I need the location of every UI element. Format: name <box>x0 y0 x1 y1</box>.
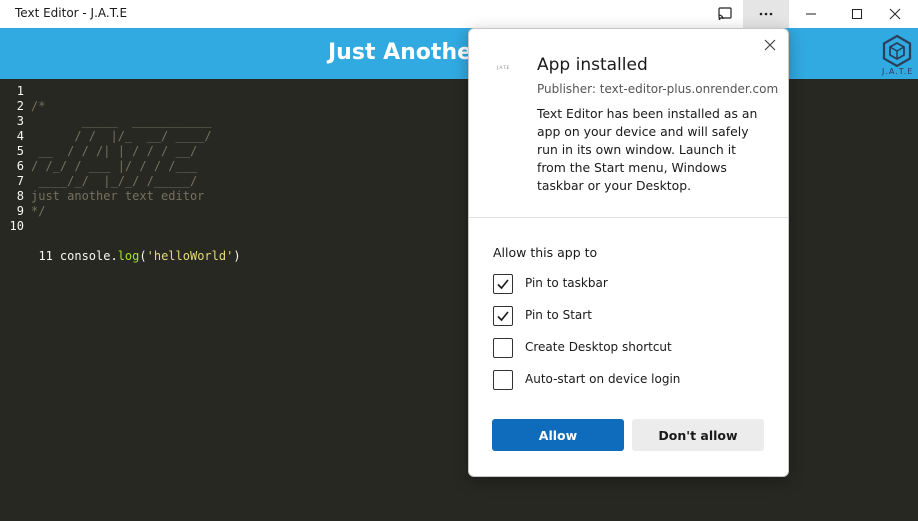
line-number: 6 <box>16 159 24 173</box>
option-label: Auto-start on device login <box>525 372 681 386</box>
dialog-description: Text Editor has been installed as an app… <box>537 106 758 193</box>
cast-icon[interactable] <box>702 0 748 28</box>
window-title: Text Editor - J.A.T.E <box>15 6 128 20</box>
code-line[interactable]: 8 just another text editor <box>0 189 205 204</box>
checkbox-unchecked[interactable] <box>493 338 513 358</box>
line-number: 3 <box>16 114 24 128</box>
code-paren-close: ) <box>233 249 241 263</box>
option-label: Create Desktop shortcut <box>525 340 672 354</box>
divider <box>469 217 788 218</box>
code-paren-open: ( <box>139 249 147 263</box>
code-comment: */ <box>31 204 46 218</box>
checkbox-unchecked[interactable] <box>493 370 513 390</box>
logo-text: J.A.T.E <box>882 67 914 76</box>
code-comment: _____ ___________ <box>31 114 212 128</box>
publisher-text: Publisher: text-editor-plus.onrender.com <box>537 82 779 96</box>
dialog-title: App installed <box>537 55 648 75</box>
option-label: Pin to Start <box>525 308 592 322</box>
checkmark-icon <box>497 311 509 322</box>
line-number: 1 <box>16 84 24 98</box>
code-comment: /* <box>31 99 46 113</box>
more-options-icon[interactable] <box>743 0 789 28</box>
window-titlebar: Text Editor - J.A.T.E <box>0 0 918 28</box>
line-number: 7 <box>16 174 24 188</box>
line-number: 11 <box>38 249 53 263</box>
line-number: 4 <box>16 129 24 143</box>
code-line[interactable]: 9 */ <box>0 204 46 219</box>
code-comment: / / |/_ __/ ____/ <box>31 129 212 143</box>
code-line[interactable]: 6 / /_/ / ___ |/ / / /___ <box>0 159 197 174</box>
option-label: Pin to taskbar <box>525 276 608 290</box>
code-comment: __ / / /| | / / / __/ <box>31 144 198 158</box>
permissions-heading: Allow this app to <box>493 245 598 260</box>
line-number: 5 <box>16 144 24 158</box>
checkbox-checked[interactable] <box>493 306 513 326</box>
checkbox-checked[interactable] <box>493 274 513 294</box>
minimize-icon[interactable] <box>788 0 834 28</box>
line-number: 9 <box>16 204 24 218</box>
app-logo: J.A.T.E <box>880 34 916 78</box>
line-number: 10 <box>9 219 24 233</box>
dont-allow-button[interactable]: Don't allow <box>632 419 764 451</box>
allow-button[interactable]: Allow <box>492 419 624 451</box>
code-comment: / /_/ / ___ |/ / / /___ <box>31 159 198 173</box>
code-line[interactable]: 1 <box>0 84 31 99</box>
code-comment: ____/_/ |_/_/ /_____/ <box>31 174 198 188</box>
code-function: log <box>117 249 140 263</box>
logo-cube-icon <box>882 34 912 68</box>
line-number: 2 <box>16 99 24 113</box>
code-line[interactable]: 10 <box>0 219 31 234</box>
code-object: console. <box>59 249 118 263</box>
code-line[interactable]: 5 __ / / /| | / / / __/ <box>0 144 197 159</box>
code-line[interactable]: 2 /* <box>0 99 46 114</box>
close-window-icon[interactable] <box>872 0 918 28</box>
code-line[interactable]: 3 _____ ___________ <box>0 114 212 129</box>
code-line[interactable]: 11 console.log('helloWorld') <box>0 234 240 263</box>
close-icon[interactable] <box>760 35 780 55</box>
code-line[interactable]: 7 ____/_/ |_/_/ /_____/ <box>0 174 197 189</box>
code-comment: just another text editor <box>31 189 205 203</box>
line-number: 8 <box>16 189 24 203</box>
code-line[interactable]: 4 / / |/_ __/ ____/ <box>0 129 212 144</box>
checkmark-icon <box>497 279 509 290</box>
app-icon: J.A.T.E <box>497 65 510 70</box>
app-installed-dialog: J.A.T.E App installed Publisher: text-ed… <box>468 28 789 477</box>
code-string: 'helloWorld' <box>146 249 234 263</box>
